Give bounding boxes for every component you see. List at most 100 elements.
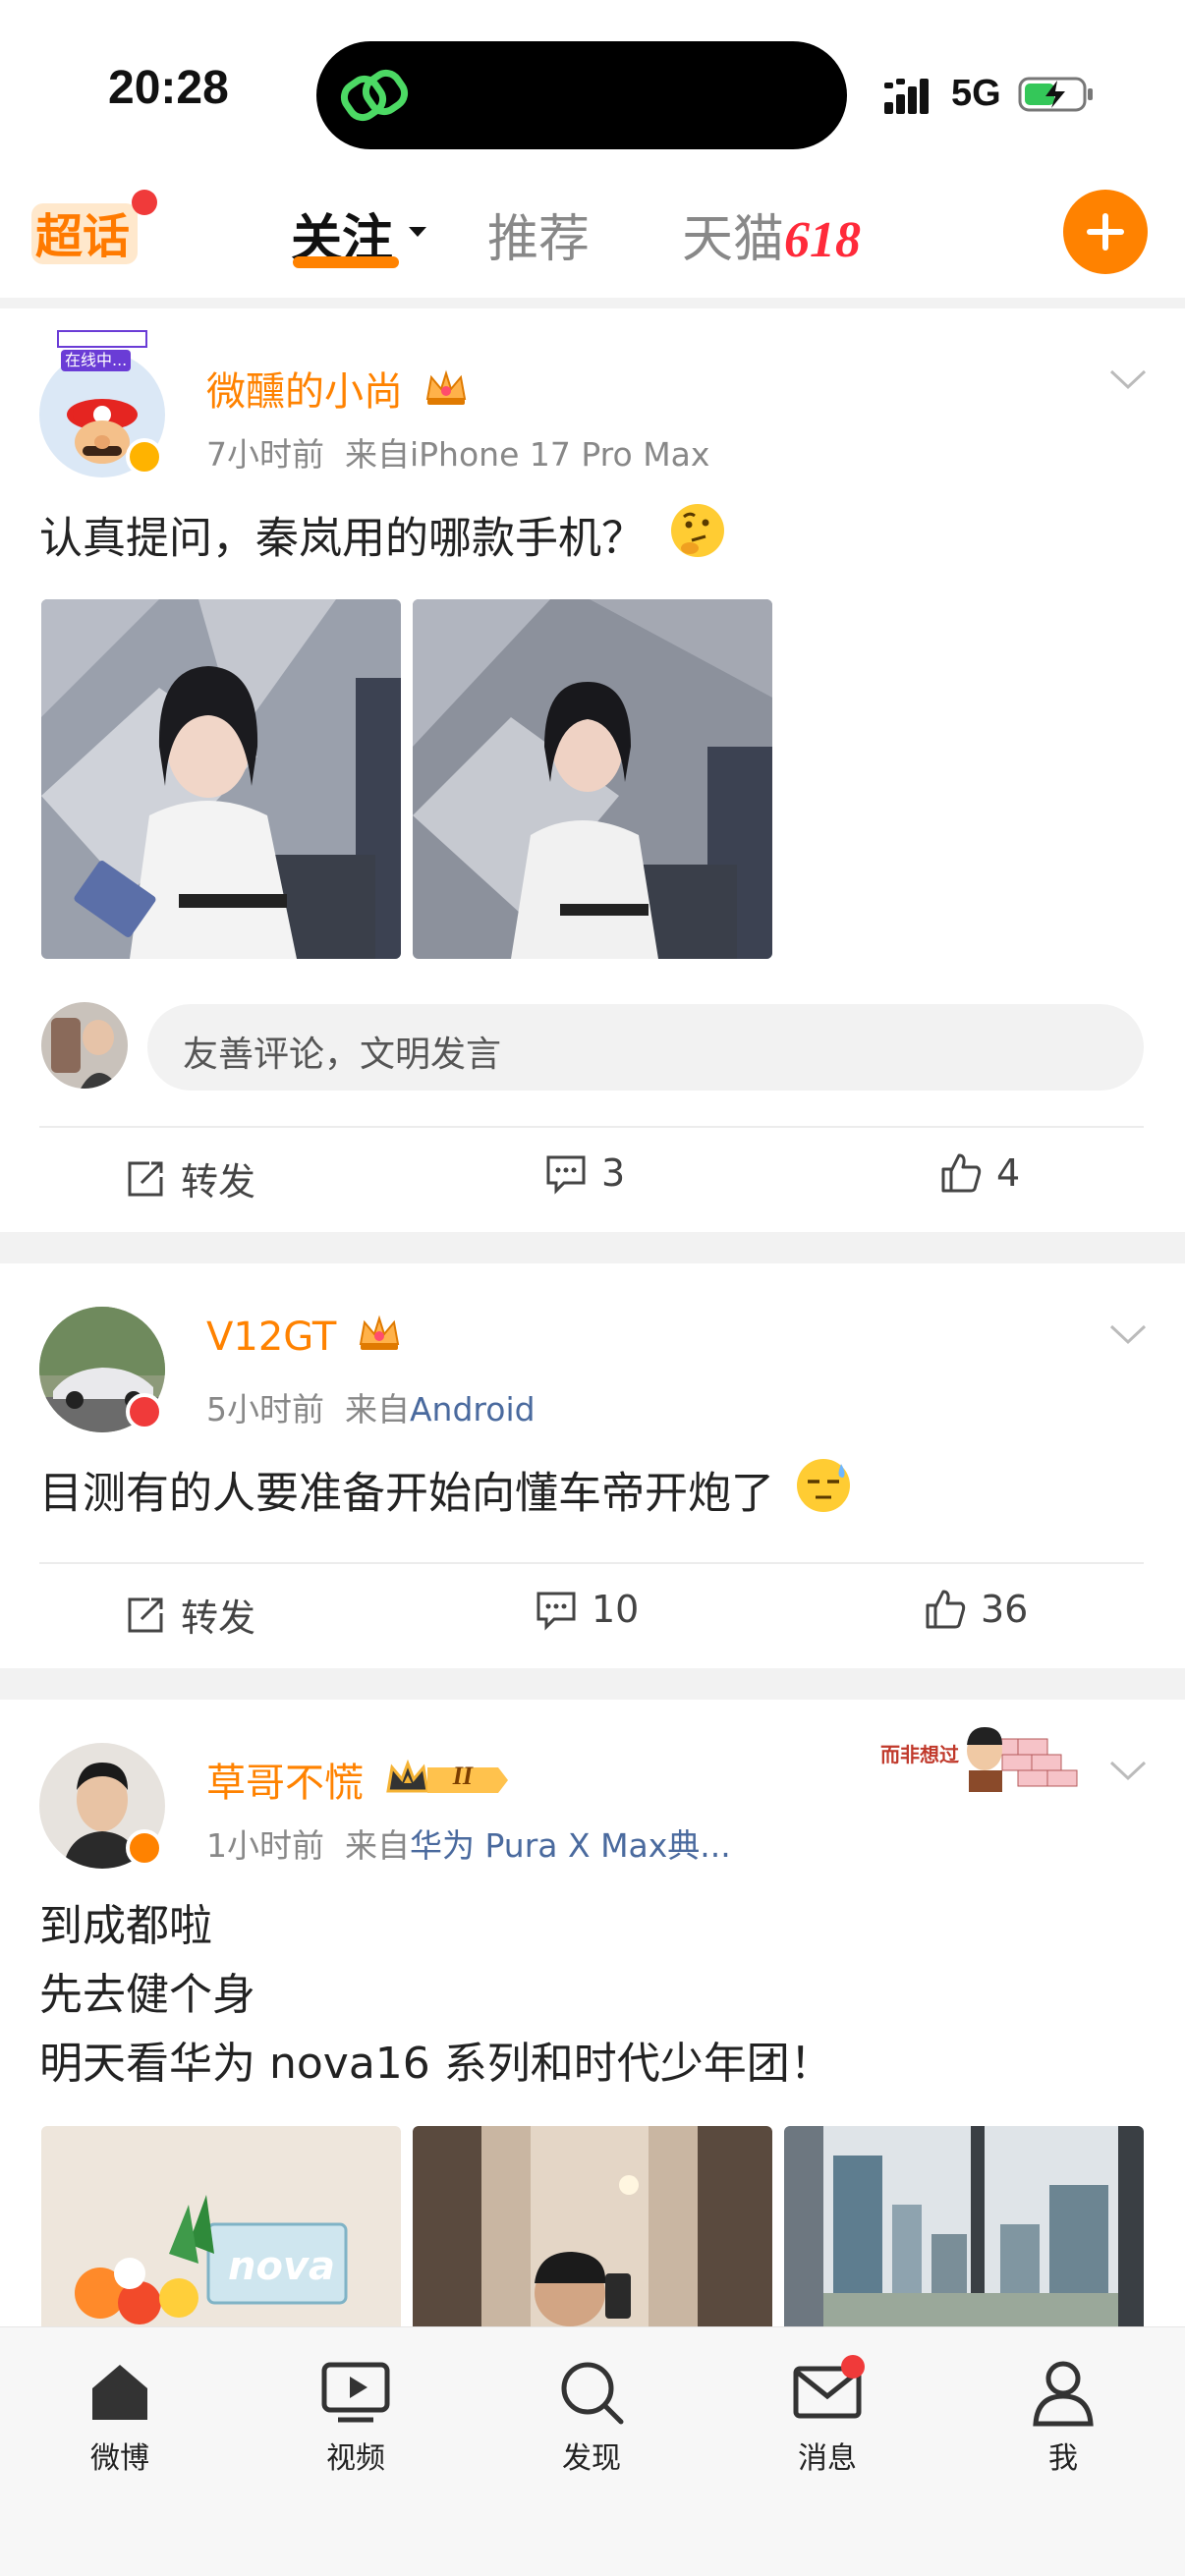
tab-video[interactable]: 视频 bbox=[297, 2357, 415, 2477]
source-prefix: 来自 bbox=[344, 1826, 410, 1865]
repost-label: 转发 bbox=[181, 1596, 256, 1640]
thumbs-up-icon bbox=[926, 1590, 966, 1629]
post-text-line: 到成都啦 bbox=[39, 1901, 212, 1951]
post-source: iPhone 17 Pro Max bbox=[409, 435, 710, 474]
dynamic-island bbox=[316, 41, 847, 149]
post-time: 7小时前 bbox=[206, 435, 324, 474]
verified-badge bbox=[126, 438, 163, 476]
like-button[interactable]: 36 bbox=[924, 1588, 1028, 1631]
like-button[interactable]: 4 bbox=[939, 1151, 1020, 1195]
tab-tmall[interactable]: 天猫618 bbox=[682, 197, 861, 271]
comment-button[interactable]: 3 bbox=[544, 1151, 625, 1195]
supertopic-logo[interactable]: 超话 bbox=[28, 194, 143, 272]
signal-icon bbox=[884, 79, 929, 114]
username-text: V12GT bbox=[206, 1315, 337, 1360]
battery-charging-icon bbox=[1018, 77, 1093, 112]
post-photo[interactable] bbox=[784, 2126, 1144, 2326]
tab-me[interactable]: 我 bbox=[1004, 2357, 1122, 2477]
post-card: 在线中... 微醺的小尚 7小时前 来自iPhone 17 Pro Max 认真… bbox=[0, 308, 1185, 1232]
comment-input[interactable]: 友善评论，文明发言 bbox=[147, 1004, 1144, 1091]
person-icon bbox=[1033, 2361, 1094, 2427]
status-bar: 20:28 5G bbox=[0, 0, 1185, 172]
sticker-text: 而非想过 bbox=[880, 1743, 959, 1766]
post-card: V12GT 5小时前 来自Android 目测有的人要准备开始向懂车帝开炮了 转… bbox=[0, 1263, 1185, 1668]
divider bbox=[39, 1562, 1144, 1564]
repost-icon bbox=[128, 1161, 163, 1196]
message-notification-dot bbox=[841, 2355, 865, 2379]
bottom-tab-bar: 微博 视频 发现 消息 我 bbox=[0, 2326, 1185, 2576]
repost-label: 转发 bbox=[181, 1160, 256, 1204]
link-rings-icon bbox=[340, 69, 409, 122]
photo-woman-white-dress bbox=[41, 599, 401, 959]
home-icon bbox=[92, 2365, 147, 2420]
post-text: 到成都啦 先去健个身 明天看华为 nova16 系列和时代少年团！ bbox=[39, 1892, 833, 2099]
post-username[interactable]: V12GT bbox=[206, 1315, 402, 1364]
tab-home[interactable]: 微博 bbox=[61, 2357, 179, 2477]
post-text-content: 目测有的人要准备开始向懂车帝开炮了 bbox=[39, 1468, 774, 1519]
thumbs-up-icon bbox=[941, 1153, 982, 1193]
svg-text:超话: 超话 bbox=[35, 209, 130, 264]
thinking-emoji-icon bbox=[668, 501, 727, 581]
photo-woman-sitting bbox=[413, 599, 772, 959]
post-source[interactable]: Android bbox=[410, 1390, 536, 1428]
post-text: 目测有的人要准备开始向懂车帝开炮了 bbox=[39, 1456, 853, 1536]
post-meta: 7小时前 来自iPhone 17 Pro Max bbox=[206, 428, 709, 476]
tab-discover[interactable]: 发现 bbox=[533, 2357, 650, 2477]
chevron-down-icon[interactable] bbox=[1108, 1759, 1148, 1782]
repost-button[interactable]: 转发 bbox=[124, 1588, 255, 1642]
chevron-down-icon[interactable] bbox=[1108, 367, 1148, 391]
comment-icon bbox=[546, 1155, 586, 1195]
notification-dot bbox=[132, 190, 157, 215]
verified-badge bbox=[126, 1393, 163, 1430]
tab-discover-label: 发现 bbox=[562, 2441, 621, 2476]
repost-button[interactable]: 转发 bbox=[124, 1151, 255, 1205]
comment-count: 10 bbox=[592, 1588, 640, 1631]
search-icon bbox=[561, 2362, 624, 2425]
photo-label-text: nova bbox=[228, 2244, 336, 2289]
post-text-line: 先去健个身 bbox=[39, 1970, 255, 2020]
verified-badge bbox=[126, 1829, 163, 1867]
like-count: 36 bbox=[981, 1588, 1029, 1631]
post-username[interactable]: 草哥不慌 II bbox=[206, 1751, 512, 1813]
photo-city-view bbox=[784, 2126, 1144, 2326]
comment-placeholder: 友善评论，文明发言 bbox=[183, 1035, 502, 1075]
divider bbox=[39, 1126, 1144, 1128]
like-count: 4 bbox=[996, 1151, 1021, 1195]
post-meta: 1小时前 来自华为 Pura X Max典... bbox=[206, 1820, 731, 1867]
post-username[interactable]: 微醺的小尚 bbox=[206, 360, 469, 419]
post-photo[interactable] bbox=[413, 599, 772, 959]
post-photo[interactable] bbox=[41, 599, 401, 959]
compose-plus-button[interactable] bbox=[1063, 190, 1148, 274]
username-text: 微醺的小尚 bbox=[206, 369, 403, 415]
post-photo[interactable] bbox=[413, 2126, 772, 2326]
tab-video-label: 视频 bbox=[326, 2441, 385, 2476]
level-badge: II bbox=[384, 1758, 512, 1813]
post-text-line: 明天看华为 nova16 系列和时代少年团！ bbox=[39, 2039, 833, 2089]
comment-count: 3 bbox=[601, 1151, 626, 1195]
tab-tmall-618: 618 bbox=[784, 212, 862, 268]
source-prefix: 来自 bbox=[344, 1390, 410, 1428]
tab-tmall-label: 天猫 bbox=[682, 210, 785, 269]
post-source[interactable]: 华为 Pura X Max典... bbox=[410, 1826, 731, 1865]
tab-messages[interactable]: 消息 bbox=[768, 2355, 886, 2477]
post-time: 1小时前 bbox=[206, 1826, 324, 1865]
post-time: 5小时前 bbox=[206, 1390, 324, 1428]
avatar-frame-top bbox=[57, 330, 147, 348]
tab-messages-label: 消息 bbox=[798, 2441, 857, 2476]
username-text: 草哥不慌 bbox=[206, 1761, 364, 1806]
comment-button[interactable]: 10 bbox=[535, 1588, 639, 1631]
repost-icon bbox=[128, 1597, 163, 1632]
post-photo[interactable]: nova bbox=[41, 2126, 401, 2326]
level-badge-text: II bbox=[452, 1762, 473, 1790]
tab-following[interactable]: 关注 bbox=[291, 197, 426, 271]
photo-mirror-selfie bbox=[413, 2126, 772, 2326]
post-card: 草哥不慌 II 1小时前 来自华为 Pura X Max典... 而非想过 到成… bbox=[0, 1700, 1185, 2326]
tab-recommend[interactable]: 推荐 bbox=[487, 197, 590, 271]
post-text: 认真提问，秦岚用的哪款手机？ bbox=[39, 501, 727, 581]
chevron-down-icon[interactable] bbox=[1108, 1322, 1148, 1346]
my-avatar bbox=[41, 1002, 128, 1089]
top-nav: 超话 关注 推荐 天猫618 bbox=[0, 172, 1185, 298]
caret-down-icon bbox=[409, 227, 426, 237]
crown-vip-icon bbox=[423, 369, 469, 419]
tab-home-label: 微博 bbox=[90, 2441, 149, 2476]
